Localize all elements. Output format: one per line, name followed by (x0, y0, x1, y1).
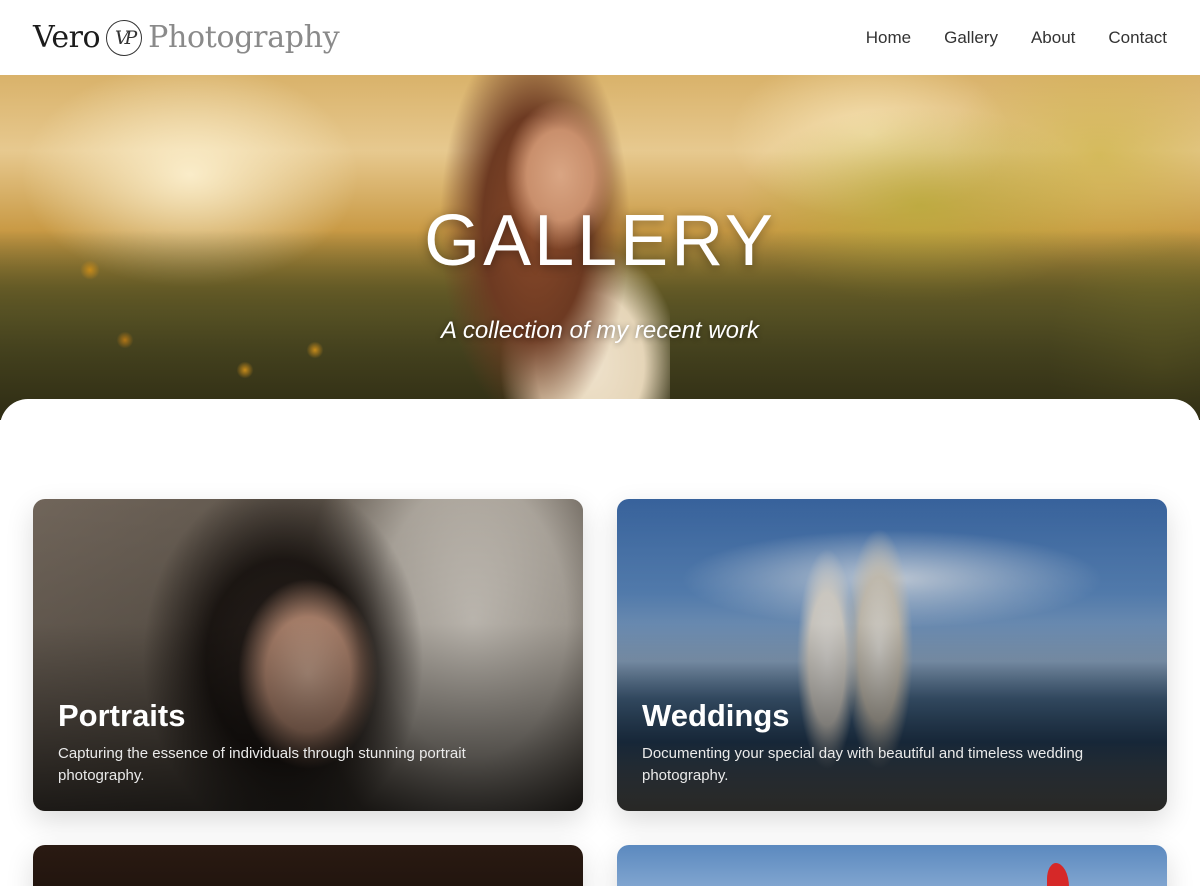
gallery-card-portraits[interactable]: Portraits Capturing the essence of indiv… (33, 499, 583, 811)
nav-contact-link[interactable]: Contact (1108, 28, 1167, 48)
site-logo[interactable]: Vero VP Photography (33, 19, 340, 56)
gallery-card-partial-right[interactable] (617, 845, 1167, 886)
logo-monogram-icon: VP (106, 19, 143, 56)
page-subtitle: A collection of my recent work (441, 317, 759, 344)
logo-word-photography: Photography (148, 20, 340, 55)
card-photo (617, 845, 1167, 886)
card-description: Documenting your special day with beauti… (642, 745, 1084, 784)
card-title: Weddings (642, 698, 790, 733)
nav-about-link[interactable]: About (1031, 28, 1075, 48)
logo-word-vero: Vero (33, 20, 101, 55)
main-nav: Home Gallery About Contact (833, 28, 1167, 48)
site-header: Vero VP Photography Home Gallery About C… (0, 0, 1200, 75)
gallery-card-partial-left[interactable] (33, 845, 583, 886)
gallery-card-weddings[interactable]: Weddings Documenting your special day wi… (617, 499, 1167, 811)
hero-banner: GALLERY A collection of my recent work (0, 75, 1200, 420)
nav-home-link[interactable]: Home (866, 28, 911, 48)
card-photo (33, 845, 583, 886)
card-title: Portraits (58, 698, 186, 733)
page-title: GALLERY (424, 201, 776, 281)
nav-gallery-link[interactable]: Gallery (944, 28, 998, 48)
card-description: Capturing the essence of individuals thr… (58, 745, 466, 784)
